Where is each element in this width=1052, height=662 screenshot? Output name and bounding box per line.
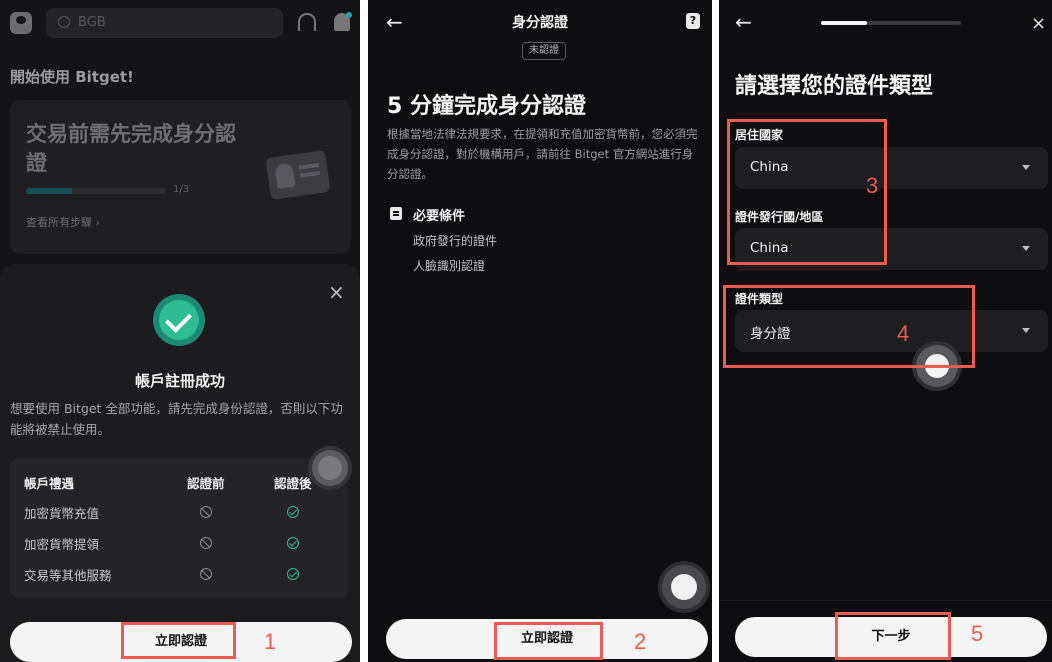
close-icon[interactable]: × [328,282,345,302]
annotation-number-3: 3 [866,173,879,198]
annotation-number-5: 5 [971,621,984,646]
success-check-icon [153,294,205,346]
home-screen-panel: BGB 開始使用 Bitget! 交易前需先完成身分認證 1/3 查看所有步驟 … [0,0,360,662]
view-all-steps-link[interactable]: 查看所有步驟 › [26,214,100,230]
requirement-item: 人臉識別認證 [413,259,486,273]
annotation-number-4: 4 [897,321,910,346]
progress-text: 1/3 [173,184,190,195]
progress-bar [26,188,166,194]
sheet-description: 想要使用 Bitget 全部功能，請先完成身份認證，否則以下功能將被禁止使用。 [10,401,343,437]
annotation-box-2 [494,622,603,660]
touch-indicator [662,565,706,609]
unavailable-icon [200,506,212,518]
top-bar: BGB [0,0,360,48]
requirements-title: 必要條件 [413,209,466,224]
avatar-icon[interactable] [10,12,32,34]
annotation-number-1: 1 [264,629,277,654]
back-arrow-icon[interactable]: ← [735,12,752,32]
table-row: 加密貨幣提領 [10,529,348,557]
requirement-item: 政府發行的證件 [413,234,498,248]
sheet-title: 帳戶註冊成功 [134,372,225,390]
registration-success-sheet: × 帳戶註冊成功 想要使用 Bitget 全部功能，請先完成身份認證，否則以下功… [0,264,360,662]
step-progress-bar [821,21,961,25]
intro-description: 根據當地法律法規要求，在提領和充值加密貨幣前，您必須完成身分認證，對於機構用戶，… [387,127,698,181]
unavailable-icon [200,568,212,580]
help-icon[interactable]: ? [686,13,700,29]
row-label: 加密貨幣提領 [24,537,100,552]
page-heading: 請選擇您的證件類型 [735,74,934,99]
step-progress-fill [821,21,868,25]
table-header-row: 帳戶禮遇 認證前 認證後 [10,468,348,496]
document-icon [390,207,402,220]
id-card-icon [265,150,331,200]
available-check-icon [287,568,299,580]
table-row: 加密貨幣充值 [10,498,348,526]
annotation-box-4 [723,285,975,368]
header-after: 認證後 [274,476,312,491]
annotation-number-2: 2 [634,629,647,654]
welcome-title: 開始使用 Bitget! [10,68,134,86]
search-placeholder: BGB [78,15,106,30]
close-icon[interactable]: × [1031,14,1046,34]
dropdown-caret-icon [1022,328,1030,333]
unavailable-icon [200,537,212,549]
identity-verification-intro-panel: ← 身分認證 未認證 ? 5 分鐘完成身分認證 根據當地法律法規要求，在提領和充… [368,0,712,662]
notification-dot [346,12,352,18]
touch-indicator [312,450,348,486]
annotation-box-5 [835,612,951,660]
annotation-box-1 [121,622,236,659]
headphones-icon[interactable] [298,13,316,31]
intro-heading: 5 分鐘完成身分認證 [387,94,586,119]
dropdown-caret-icon [1022,246,1030,251]
row-label: 交易等其他服務 [24,568,112,583]
available-check-icon [287,537,299,549]
status-badge: 未認證 [522,42,566,60]
available-check-icon [287,506,299,518]
row-label: 加密貨幣充值 [24,506,100,521]
table-row: 交易等其他服務 [10,560,348,588]
header-before: 認證前 [187,476,225,491]
card-title: 交易前需先完成身分認證 [26,122,236,175]
verification-card[interactable]: 交易前需先完成身分認證 1/3 查看所有步驟 › [10,100,351,254]
progress-fill [26,188,73,194]
dropdown-caret-icon [1022,165,1030,170]
search-input[interactable]: BGB [46,8,283,38]
benefits-table: 帳戶禮遇 認證前 認證後 加密貨幣充值 加密貨幣提領 交易等其他服務 [10,458,348,598]
document-type-panel: ← × 請選擇您的證件類型 居住國家 China 證件發行國/地區 China … [719,0,1052,662]
header-benefits: 帳戶禮遇 [24,476,75,491]
page-title: 身分認證 [512,15,568,31]
search-icon [58,16,70,28]
annotation-box-3 [727,119,887,265]
